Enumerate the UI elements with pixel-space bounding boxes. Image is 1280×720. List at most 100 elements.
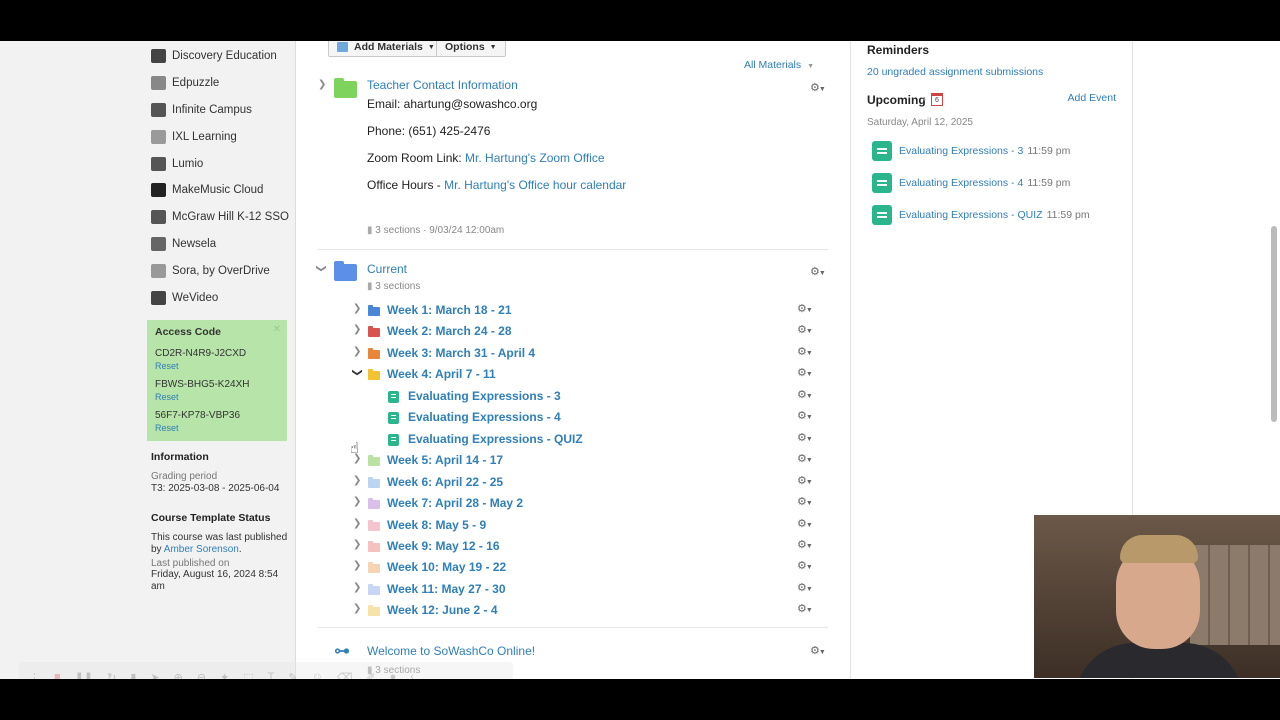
all-materials-dropdown[interactable]: All Materials ▼ bbox=[744, 59, 814, 71]
week-folder-row[interactable]: ❯ Week 6: April 22 - 25 ⚙▼ bbox=[296, 474, 836, 492]
week-folder-title[interactable]: Week 1: March 18 - 21 bbox=[387, 303, 512, 317]
assignment-title[interactable]: Evaluating Expressions - 3 bbox=[408, 389, 561, 403]
week-folder-row[interactable]: ❯ Week 8: May 5 - 9 ⚙▼ bbox=[296, 517, 836, 535]
chevron-right-icon[interactable]: ❯ bbox=[353, 603, 361, 614]
scrollbar-thumb[interactable] bbox=[1271, 226, 1277, 422]
week-folder-title[interactable]: Week 4: April 7 - 11 bbox=[387, 367, 496, 381]
week-folder-title[interactable]: Week 3: March 31 - April 4 bbox=[387, 346, 535, 360]
reset-code-link[interactable]: Reset bbox=[155, 392, 279, 402]
chevron-down-icon[interactable]: ❯ bbox=[316, 264, 327, 272]
upcoming-item[interactable]: Evaluating Expressions - 4 11:59 pm bbox=[899, 177, 1070, 189]
add-event-link[interactable]: Add Event bbox=[1068, 92, 1116, 104]
trash-icon[interactable]: ▮ bbox=[130, 671, 136, 680]
sidebar-app-item[interactable]: McGraw Hill K-12 SSO bbox=[151, 204, 291, 231]
assignment-title[interactable]: Evaluating Expressions - QUIZ bbox=[408, 432, 583, 446]
sidebar-app-item[interactable]: IXL Learning bbox=[151, 123, 291, 150]
chevron-right-icon[interactable]: ❯ bbox=[353, 539, 361, 550]
pen-icon[interactable]: ✎ bbox=[288, 671, 297, 680]
camera-icon[interactable]: ● bbox=[390, 671, 397, 679]
chevron-right-icon[interactable]: ❯ bbox=[353, 496, 361, 507]
gear-icon[interactable]: ⚙▼ bbox=[797, 345, 813, 358]
chevron-right-icon[interactable]: ❯ bbox=[353, 346, 361, 357]
week-folder-title[interactable]: Week 5: April 14 - 17 bbox=[387, 453, 503, 467]
gear-icon[interactable]: ⚙▼ bbox=[797, 602, 813, 615]
sidebar-app-item[interactable]: Infinite Campus bbox=[151, 97, 291, 124]
week-folder-title[interactable]: Week 7: April 28 - May 2 bbox=[387, 496, 523, 510]
chevron-right-icon[interactable]: ❯ bbox=[318, 79, 326, 90]
assignment-row[interactable]: Evaluating Expressions - QUIZ ⚙▼ bbox=[296, 431, 836, 449]
gear-icon[interactable]: ⚙▼ bbox=[797, 431, 813, 444]
author-link[interactable]: Amber Sorenson bbox=[164, 544, 239, 555]
chevron-right-icon[interactable]: ❯ bbox=[353, 518, 361, 529]
zoom-in-icon[interactable]: ⊕ bbox=[174, 671, 183, 680]
eraser-icon[interactable]: ⌫ bbox=[337, 671, 353, 680]
week-folder-row[interactable]: ❯ Week 2: March 24 - 28 ⚙▼ bbox=[296, 323, 836, 341]
week-folder-row[interactable]: ❯ Week 11: May 27 - 30 ⚙▼ bbox=[296, 581, 836, 599]
gear-icon[interactable]: ⚙▼ bbox=[797, 495, 813, 508]
week-folder-title[interactable]: Week 8: May 5 - 9 bbox=[387, 518, 486, 532]
week-folder-row[interactable]: ❯ Week 4: April 7 - 11 ⚙▼ bbox=[296, 366, 836, 384]
welcome-title[interactable]: Welcome to SoWashCo Online! bbox=[367, 644, 535, 658]
gear-icon[interactable]: ⚙▼ bbox=[797, 302, 813, 315]
chevron-right-icon[interactable]: ❯ bbox=[353, 475, 361, 486]
crop-icon[interactable]: ⬚ bbox=[243, 671, 253, 680]
sidebar-app-item[interactable]: Edpuzzle bbox=[151, 70, 291, 97]
teacher-contact-title[interactable]: Teacher Contact Information bbox=[367, 78, 518, 92]
chevron-down-icon[interactable]: ❯ bbox=[352, 369, 363, 377]
chevron-right-icon[interactable]: ❯ bbox=[353, 582, 361, 593]
week-folder-title[interactable]: Week 10: May 19 - 22 bbox=[387, 560, 506, 574]
sidebar-app-item[interactable]: Sora, by OverDrive bbox=[151, 257, 291, 284]
gear-icon[interactable]: ⚙▼ bbox=[797, 409, 813, 422]
highlighter-icon[interactable]: ✐ bbox=[366, 671, 375, 680]
gear-icon[interactable]: ⚙▼ bbox=[810, 81, 826, 94]
restart-icon[interactable]: ↻ bbox=[107, 671, 116, 680]
week-folder-row[interactable]: ❯ Week 5: April 14 - 17 ⚙▼ bbox=[296, 452, 836, 470]
week-folder-row[interactable]: ❯ Week 10: May 19 - 22 ⚙▼ bbox=[296, 559, 836, 577]
week-folder-row[interactable]: ❯ Week 1: March 18 - 21 ⚙▼ bbox=[296, 302, 836, 320]
pause-icon[interactable]: ❚❚ bbox=[75, 671, 93, 680]
chevron-right-icon[interactable]: ❯ bbox=[353, 324, 361, 335]
sidebar-app-item[interactable]: Newsela bbox=[151, 231, 291, 258]
gear-icon[interactable]: ⚙▼ bbox=[797, 452, 813, 465]
week-folder-title[interactable]: Week 2: March 24 - 28 bbox=[387, 324, 512, 338]
spotlight-icon[interactable]: ✦ bbox=[220, 671, 229, 680]
reset-code-link[interactable]: Reset bbox=[155, 423, 279, 433]
gear-icon[interactable]: ⚙▼ bbox=[810, 265, 826, 278]
collapse-icon[interactable]: ‹ bbox=[410, 671, 414, 679]
close-icon[interactable]: ✕ bbox=[273, 324, 281, 335]
reset-code-link[interactable]: Reset bbox=[155, 361, 279, 371]
gear-icon[interactable]: ⚙▼ bbox=[797, 581, 813, 594]
gear-icon[interactable]: ⚙▼ bbox=[797, 474, 813, 487]
assignment-row[interactable]: Evaluating Expressions - 3 ⚙▼ bbox=[296, 388, 836, 406]
upcoming-item[interactable]: Evaluating Expressions - 3 11:59 pm bbox=[899, 145, 1070, 157]
chevron-right-icon[interactable]: ❯ bbox=[353, 560, 361, 571]
gear-icon[interactable]: ⚙▼ bbox=[797, 559, 813, 572]
week-folder-title[interactable]: Week 6: April 22 - 25 bbox=[387, 475, 503, 489]
week-folder-row[interactable]: ❯ Week 3: March 31 - April 4 ⚙▼ bbox=[296, 345, 836, 363]
stop-icon[interactable]: ■ bbox=[54, 671, 61, 679]
gear-icon[interactable]: ⚙▼ bbox=[797, 388, 813, 401]
text-icon[interactable]: T bbox=[268, 671, 275, 679]
add-materials-button[interactable]: Add Materials ▼ bbox=[328, 41, 444, 57]
sidebar-app-item[interactable]: Discovery Education bbox=[151, 43, 291, 70]
sidebar-app-item[interactable]: Lumio bbox=[151, 150, 291, 177]
upcoming-item[interactable]: Evaluating Expressions - QUIZ 11:59 pm bbox=[899, 209, 1090, 221]
pointer-icon[interactable]: ➤ bbox=[150, 671, 159, 680]
week-folder-row[interactable]: ❯ Week 9: May 12 - 16 ⚙▼ bbox=[296, 538, 836, 556]
week-folder-title[interactable]: Week 12: June 2 - 4 bbox=[387, 603, 498, 617]
gear-icon[interactable]: ⚙▼ bbox=[797, 323, 813, 336]
ungraded-submissions-link[interactable]: 20 ungraded assignment submissions bbox=[867, 66, 1043, 78]
sidebar-app-item[interactable]: WeVideo bbox=[151, 284, 291, 311]
assignment-title[interactable]: Evaluating Expressions - 4 bbox=[408, 410, 561, 424]
gear-icon[interactable]: ⚙▼ bbox=[797, 366, 813, 379]
week-folder-title[interactable]: Week 11: May 27 - 30 bbox=[387, 582, 506, 596]
gear-icon[interactable]: ⚙▼ bbox=[797, 538, 813, 551]
calendar-icon[interactable]: 6 bbox=[931, 93, 943, 106]
office-hours-link[interactable]: Mr. Hartung's Office hour calendar bbox=[444, 178, 626, 192]
chevron-right-icon[interactable]: ❯ bbox=[353, 303, 361, 314]
zoom-link[interactable]: Mr. Hartung's Zoom Office bbox=[465, 151, 604, 165]
gear-icon[interactable]: ⚙▼ bbox=[810, 644, 826, 657]
gear-icon[interactable]: ⚙▼ bbox=[797, 517, 813, 530]
sidebar-app-item[interactable]: MakeMusic Cloud bbox=[151, 177, 291, 204]
current-folder-title[interactable]: Current bbox=[367, 262, 407, 276]
